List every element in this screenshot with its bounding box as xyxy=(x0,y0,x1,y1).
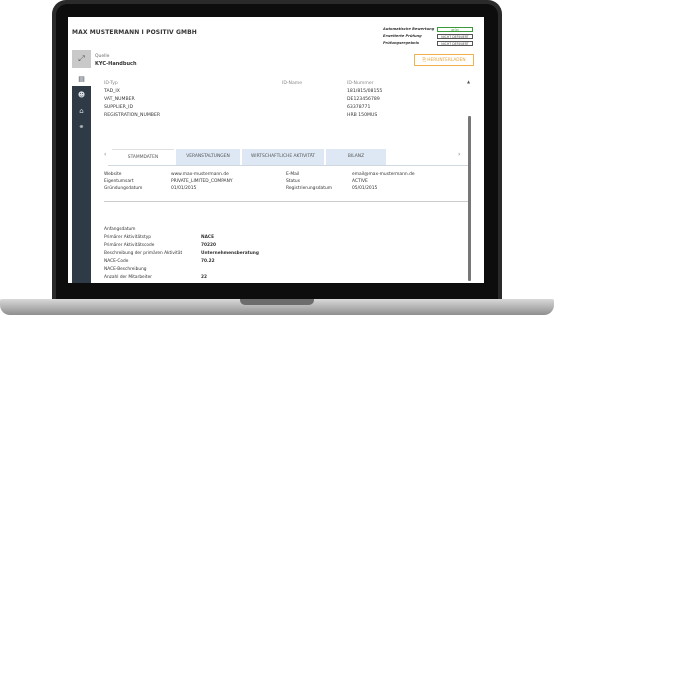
tab-bilanz[interactable]: BILANZ xyxy=(326,149,386,165)
status-extended-check: Erweiterte Prüfung NICHT DEFINIERT xyxy=(383,34,481,40)
status-check-result: Prüfungsergebnis NICHT DEFINIERT xyxy=(383,41,481,47)
id-name-header: ID-Name xyxy=(282,81,303,86)
table-cell: HRB 150MUS xyxy=(347,113,378,118)
source-label: Quelle xyxy=(95,54,110,59)
status-auto-assessment: Automatische Bewertung grün xyxy=(383,27,481,33)
employees-label: Anzahl der Mitarbeiter xyxy=(104,275,152,280)
table-cell: 181/815/08155 xyxy=(347,89,383,94)
activity-type-label: Primärer Aktivitätstyp xyxy=(104,235,151,240)
download-button[interactable]: ⎘ HERUNTERLADEN xyxy=(414,54,474,66)
table-cell: TAD_IX xyxy=(104,89,120,94)
activity-type-value: NACE xyxy=(201,235,215,240)
tab-divider xyxy=(108,165,468,166)
activity-desc-label: Beschreibung der primären Aktivität xyxy=(104,251,183,256)
app-header: MAX MUSTERMANN I POSITIV GMBH Automatisc… xyxy=(68,17,484,47)
company-title: MAX MUSTERMANN I POSITIV GMBH xyxy=(72,29,197,36)
id-type-header: ID-Typ xyxy=(104,81,118,86)
section-divider xyxy=(104,201,468,202)
table-cell: DE123456789 xyxy=(347,97,380,102)
ownership-value: PRIVATE_LIMITED_COMPANY xyxy=(171,179,233,184)
expand-icon[interactable]: ⤢ xyxy=(72,50,91,68)
laptop-notch xyxy=(240,299,314,305)
status-label: Prüfungsergebnis xyxy=(383,41,419,45)
table-cell: REGISTRATION_NUMBER xyxy=(104,113,161,118)
ownership-label: Eigentumsart xyxy=(104,179,134,184)
download-label: HERUNTERLADEN xyxy=(427,58,466,63)
registered-value: 05/01/2015 xyxy=(352,186,378,191)
status-field-value: ACTIVE xyxy=(352,179,368,184)
activity-code-value: 70220 xyxy=(201,243,216,248)
tab-bar: STAMMDATEN VERANSTALTUNGEN WIRTSCHAFTLIC… xyxy=(92,145,484,165)
id-type-column: ID-Typ TAD_IX VAT_NUMBER SUPPLIER_ID REG… xyxy=(104,81,160,118)
employees-value: 22 xyxy=(201,275,207,280)
registered-label: Registrierungsdatum xyxy=(286,186,333,191)
bank-icon[interactable]: ⌂ xyxy=(72,104,91,118)
vertical-scrollbar[interactable]: ▲ xyxy=(467,79,471,281)
tab-veranstaltungen[interactable]: VERANSTALTUNGEN xyxy=(176,149,240,165)
id-name-column: ID-Name xyxy=(282,81,302,86)
scroll-up-icon[interactable]: ▲ xyxy=(467,79,470,84)
scrollbar-thumb[interactable] xyxy=(468,116,471,281)
status-label: Erweiterte Prüfung xyxy=(383,34,422,38)
status-badge: grün xyxy=(437,27,473,32)
email-label: E-Mail xyxy=(286,172,300,177)
start-date-label: Anfangsdatum xyxy=(104,227,136,232)
founded-label: Gründungsdatum xyxy=(104,186,143,191)
tab-stammdaten[interactable]: STAMMDATEN xyxy=(112,149,174,165)
website-label: Website xyxy=(104,172,122,177)
status-label: Automatische Bewertung xyxy=(383,27,435,31)
table-cell: 63378771 xyxy=(347,105,371,110)
nace-code-label: NACE-Code xyxy=(104,259,129,264)
source-bar: ⤢ Quelle KYC-Handbuch ⎘ HERUNTERLADEN xyxy=(68,48,484,70)
activity-desc-value: Unternehmensberatung xyxy=(201,251,259,256)
network-icon[interactable]: ⚭ xyxy=(72,120,91,134)
email-value[interactable]: email@max-mustermann.de xyxy=(352,172,415,177)
download-icon: ⎘ xyxy=(422,58,426,63)
sidebar: ▤ ☻ ⌂ ⚭ xyxy=(72,72,91,283)
activity-code-label: Primärer Aktivitätscode xyxy=(104,243,155,248)
source-value: KYC-Handbuch xyxy=(95,61,137,67)
status-badge: NICHT DEFINIERT xyxy=(437,34,473,39)
users-icon[interactable]: ☻ xyxy=(72,88,91,102)
table-cell: VAT_NUMBER xyxy=(104,97,135,102)
document-icon[interactable]: ▤ xyxy=(72,72,91,86)
table-cell: SUPPLIER_ID xyxy=(104,105,134,110)
main-content: ID-Typ TAD_IX VAT_NUMBER SUPPLIER_ID REG… xyxy=(92,72,484,283)
tab-wirtschaftliche-aktivitaet[interactable]: WIRTSCHAFTLICHE AKTIVITÄT xyxy=(242,149,324,165)
status-field-label: Status xyxy=(286,179,300,184)
id-number-header: ID-Nummer xyxy=(347,81,374,86)
status-badge: NICHT DEFINIERT xyxy=(437,41,473,46)
website-value[interactable]: www.max-mustermann.de xyxy=(171,172,229,177)
nace-code-value: 70.22 xyxy=(201,259,215,264)
founded-value: 01/01/2015 xyxy=(171,186,197,191)
nace-desc-label: NACE-Beschreibung xyxy=(104,267,147,272)
id-number-column: ID-Nummer 181/815/08155 DE123456789 6337… xyxy=(347,81,382,118)
screen: MAX MUSTERMANN I POSITIV GMBH Automatisc… xyxy=(68,17,484,283)
